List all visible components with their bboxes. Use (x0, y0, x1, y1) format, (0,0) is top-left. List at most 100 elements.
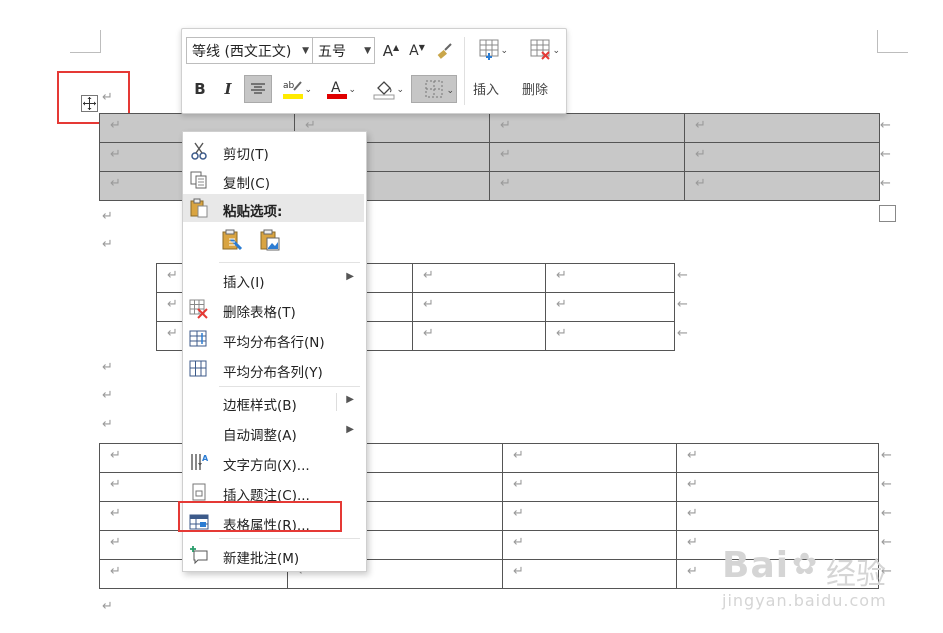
paste-keep-formatting-button[interactable] (219, 227, 245, 255)
watermark: Bai ✿ 经验 jingyan.baidu.com (722, 545, 912, 625)
paragraph-mark: ↵ (102, 417, 113, 432)
toolbar-divider (464, 37, 465, 105)
table-cell[interactable]: ↵ (502, 530, 677, 560)
crop-mark-top-left (70, 30, 101, 53)
table-cell[interactable]: ↵ (489, 142, 685, 172)
table-cell[interactable]: ↵ (676, 472, 879, 502)
table-cell[interactable]: ↵ (412, 292, 546, 322)
table-cell[interactable]: ↵ (676, 443, 879, 473)
distribute-rows-icon (189, 330, 207, 347)
submenu-arrow-icon: ▶ (346, 271, 354, 282)
paragraph-mark: ↵ (102, 209, 113, 224)
paste-icon (190, 198, 208, 218)
chevron-down-icon: ▼ (302, 46, 309, 56)
font-name-combo[interactable]: 等线 (西文正文) ▼ (186, 37, 313, 64)
watermark-brand-cn: 经验 (826, 557, 886, 592)
bold-button[interactable]: B (188, 75, 212, 103)
end-of-row-mark: ← (880, 146, 891, 162)
table-cell[interactable]: ↵ (545, 292, 675, 322)
chevron-down-icon: ⌄ (396, 85, 404, 95)
text-direction-icon: A (191, 454, 209, 470)
table-cell[interactable]: ↵ (412, 321, 546, 351)
table-cell[interactable]: ↵ (684, 171, 880, 201)
table-cell[interactable]: ↵ (545, 263, 675, 293)
shrink-font-button[interactable]: A ▼ (406, 39, 428, 63)
svg-text:ab: ab (283, 81, 295, 91)
menu-item-label: 粘贴选项: (223, 204, 283, 220)
menu-item-label: 平均分布各列(Y) (223, 365, 323, 381)
table-cell[interactable]: ↵ (502, 443, 677, 473)
svg-text:A: A (202, 454, 209, 463)
highlight-button[interactable]: ab ⌄ (274, 75, 312, 103)
format-painter-button[interactable] (434, 39, 456, 63)
table-cell[interactable]: ↵ (545, 321, 675, 351)
menu-item-border-styles[interactable]: 边框样式(B) ▶ (183, 388, 364, 416)
table-cell[interactable]: ↵ (684, 142, 880, 172)
table-cell[interactable]: ↵ (502, 472, 677, 502)
paragraph-mark: ↵ (102, 237, 113, 252)
end-of-row-mark: ← (880, 117, 891, 133)
table-move-handle-icon[interactable] (81, 95, 98, 112)
menu-item-label: 文字方向(X)... (223, 458, 310, 474)
paragraph-mark: ↵ (102, 388, 113, 403)
watermark-url: jingyan.baidu.com (722, 591, 887, 610)
distribute-columns-icon (189, 360, 207, 377)
menu-item-insert[interactable]: 插入(I) ▶ (183, 265, 364, 293)
shading-button[interactable]: ⌄ (364, 75, 404, 103)
table-cell[interactable]: ↵ (489, 171, 685, 201)
submenu-arrow-icon: ▶ (346, 394, 354, 405)
insert-label: 插入 (472, 82, 499, 98)
font-color-icon: A (327, 80, 347, 99)
menu-item-distribute-columns[interactable]: 平均分布各列(Y) (183, 355, 364, 383)
italic-button[interactable]: I (216, 75, 240, 103)
end-of-row-mark: ← (674, 263, 823, 293)
format-painter-icon (437, 43, 452, 59)
menu-item-autofit[interactable]: 自动调整(A) ▶ (183, 418, 364, 446)
chevron-down-icon: ⌄ (304, 85, 312, 95)
menu-item-label: 剪切(T) (223, 147, 269, 163)
delete-table-icon (189, 299, 208, 319)
delete-button[interactable]: 删除 (516, 75, 554, 101)
table-cell[interactable]: ↵ (502, 559, 677, 589)
menu-item-label: 插入(I) (223, 275, 265, 291)
table-cell[interactable]: ↵ (502, 501, 677, 531)
copy-icon (190, 171, 207, 189)
menu-item-label: 复制(C) (223, 176, 270, 192)
table-cell[interactable]: ↵ (412, 263, 546, 293)
paste-picture-button[interactable] (257, 227, 283, 255)
center-align-icon (251, 83, 265, 94)
watermark-paw-icon: ✿ (792, 547, 818, 582)
table-cell[interactable]: ↵ (676, 501, 879, 531)
menu-item-copy[interactable]: 复制(C) (183, 166, 364, 194)
menu-item-label: 平均分布各行(N) (223, 335, 325, 351)
table-cell[interactable]: ↵ (489, 113, 685, 143)
menu-item-new-comment[interactable]: 新建批注(M) (183, 541, 364, 569)
menu-item-text-direction[interactable]: A 文字方向(X)... (183, 448, 364, 476)
chevron-down-icon: ⌄ (500, 46, 508, 56)
borders-button[interactable]: ⌄ (411, 75, 457, 103)
italic-icon: I (224, 80, 232, 98)
font-color-button[interactable]: A ⌄ (318, 75, 356, 103)
center-align-button[interactable] (244, 75, 272, 103)
delete-table-button[interactable]: ⌄ (522, 37, 560, 63)
table-cell[interactable]: ↵ (684, 113, 880, 143)
menu-item-delete-table[interactable]: 删除表格(T) (183, 295, 364, 323)
menu-item-cut[interactable]: 剪切(T) (183, 137, 364, 165)
end-of-row-mark: ← (878, 501, 892, 531)
table-resize-handle[interactable] (879, 205, 896, 222)
insert-table-button[interactable]: ⌄ (472, 37, 508, 63)
grow-font-icon: A (382, 42, 394, 60)
paragraph-mark: ↵ (102, 360, 113, 375)
paint-bucket-icon (373, 81, 395, 100)
end-of-row-mark: ← (878, 443, 892, 473)
grow-font-button[interactable]: A ▲ (380, 39, 402, 63)
insert-button[interactable]: 插入 (468, 75, 504, 101)
crop-mark-top-right (877, 30, 908, 53)
chevron-down-icon: ⌄ (552, 46, 560, 56)
end-of-row-mark: ← (880, 175, 891, 191)
menu-separator (219, 538, 360, 539)
delete-table-icon (530, 39, 550, 60)
font-size-value: 五号 (318, 43, 346, 60)
font-size-combo[interactable]: 五号 ▼ (312, 37, 375, 64)
menu-item-distribute-rows[interactable]: 平均分布各行(N) (183, 325, 364, 353)
